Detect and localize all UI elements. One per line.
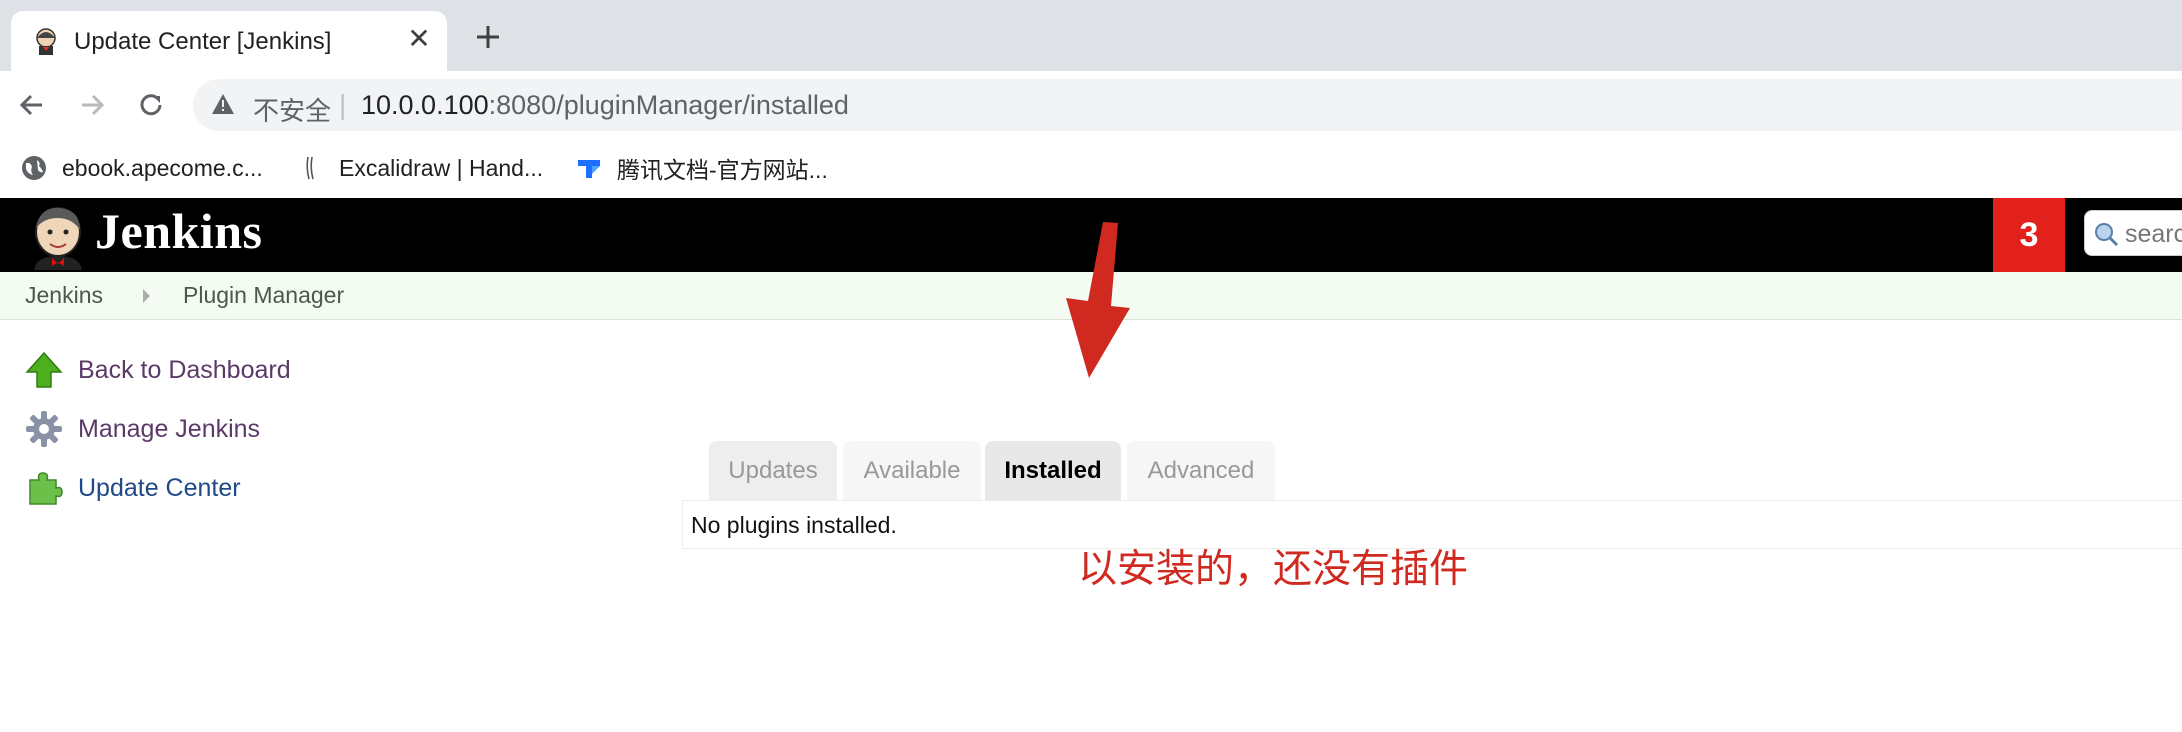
tab-advanced[interactable]: Advanced	[1127, 441, 1275, 501]
sidebar-item-back-to-dashboard[interactable]: Back to Dashboard	[24, 349, 291, 391]
bookmark-label: Excalidraw | Hand...	[339, 154, 544, 181]
breadcrumb-chevron-icon[interactable]	[143, 289, 150, 303]
reload-icon[interactable]	[133, 87, 169, 123]
search-input[interactable]: search	[2125, 220, 2182, 249]
address-separator: |	[339, 89, 347, 120]
tab-updates[interactable]: Updates	[709, 441, 837, 501]
puzzle-piece-icon	[29, 472, 63, 505]
search-icon	[2095, 223, 2119, 247]
excalidraw-icon	[306, 156, 314, 180]
address-bar[interactable]: 不安全 | 10.0.0.100:8080/pluginManager/inst…	[193, 79, 2182, 131]
tab-available[interactable]: Available	[843, 441, 981, 501]
sidebar-item-label: Manage Jenkins	[78, 414, 261, 443]
gear-icon	[26, 411, 62, 447]
sidebar-item-label: Update Center	[78, 473, 241, 502]
browser-tab-strip: Update Center [Jenkins] ✕	[0, 0, 2182, 71]
bookmark-label: 腾讯文档-官方网站...	[617, 157, 828, 183]
warning-triangle-icon[interactable]	[211, 93, 235, 115]
back-arrow-icon[interactable]	[14, 87, 50, 123]
jenkins-logo-text[interactable]: Jenkins	[95, 202, 262, 260]
bookmark-excalidraw[interactable]: Excalidraw | Hand...	[297, 150, 543, 186]
sidebar-item-manage-jenkins[interactable]: Manage Jenkins	[24, 408, 260, 450]
annotation-text: 以安装的，还没有插件	[1078, 547, 1469, 592]
url-path: :8080/pluginManager/installed	[488, 90, 849, 120]
jenkins-favicon-icon	[36, 28, 56, 55]
search-box[interactable]: search	[2084, 210, 2182, 256]
jenkins-butler-logo-icon[interactable]	[28, 204, 88, 270]
sidebar-item-label: Back to Dashboard	[78, 355, 291, 384]
globe-icon	[22, 156, 46, 180]
bookmark-tencent-docs[interactable]: 腾讯文档-官方网站...	[575, 150, 828, 186]
new-tab-plus-icon[interactable]	[471, 20, 505, 54]
browser-tab-title: Update Center [Jenkins]	[74, 28, 332, 55]
url-host: 10.0.0.100	[361, 90, 489, 120]
empty-state-message: No plugins installed.	[691, 512, 897, 538]
browser-toolbar: 不安全 | 10.0.0.100:8080/pluginManager/inst…	[0, 71, 2182, 138]
annotation-arrow-icon	[1066, 222, 1130, 378]
tab-installed[interactable]: Installed	[985, 441, 1121, 501]
browser-tab[interactable]: Update Center [Jenkins] ✕	[11, 11, 447, 71]
forward-arrow-icon[interactable]	[74, 87, 110, 123]
bookmark-ebook[interactable]: ebook.apecome.c...	[20, 150, 263, 186]
bookmarks-bar: ebook.apecome.c... Excalidraw | Hand... …	[0, 138, 2182, 198]
breadcrumb-jenkins[interactable]: Jenkins	[25, 282, 103, 309]
up-arrow-icon	[25, 351, 63, 388]
close-tab-icon[interactable]: ✕	[404, 24, 434, 54]
breadcrumb-plugin-manager[interactable]: Plugin Manager	[183, 282, 344, 309]
sidebar-item-update-center[interactable]: Update Center	[24, 467, 241, 509]
not-secure-label[interactable]: 不安全	[253, 91, 331, 128]
url-text[interactable]: 10.0.0.100:8080/pluginManager/installed	[361, 90, 849, 121]
tencent-docs-icon	[578, 160, 600, 178]
notification-badge[interactable]: 3	[1993, 198, 2065, 272]
bookmark-label: ebook.apecome.c...	[62, 154, 263, 181]
